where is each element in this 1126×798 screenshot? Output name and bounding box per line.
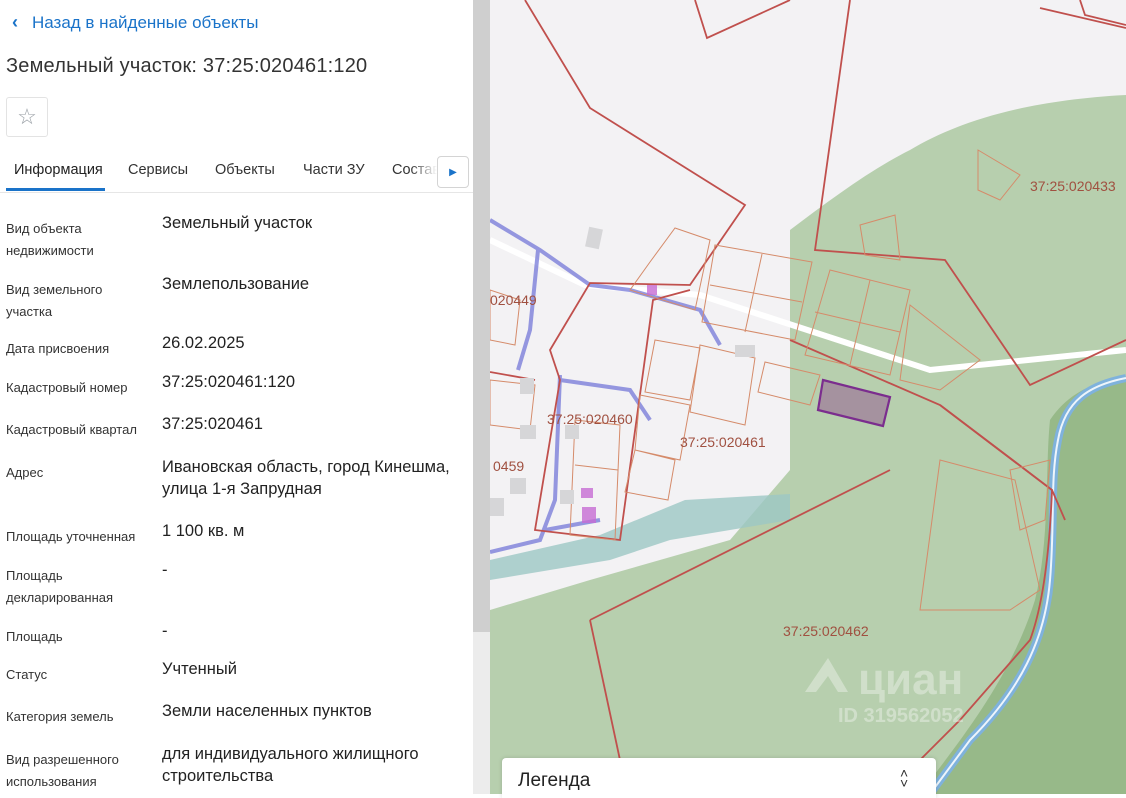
tab-parts[interactable]: Части ЗУ — [303, 162, 365, 178]
field-label: Статус — [6, 667, 48, 682]
star-icon: ☆ — [17, 104, 37, 129]
field-value: Земельный участок — [162, 214, 313, 232]
tab-bar: Информация Сервисы Объекты Части ЗУ Сост… — [0, 150, 473, 193]
building-highlight — [582, 507, 596, 523]
field-value: Учтенный — [162, 660, 237, 678]
favorite-button[interactable]: ☆ — [6, 97, 48, 137]
parcel — [629, 227, 711, 311]
legend-title: Легенда — [518, 770, 591, 791]
legend-panel[interactable]: Легенда ˄ ˅ — [502, 758, 936, 798]
quarter-label: 37:25:020433 — [1030, 178, 1116, 194]
tab-fade — [410, 150, 437, 190]
field-label: Дата присвоения — [6, 341, 110, 356]
info-panel: ‹ Назад в найденные объекты Земельный уч… — [0, 0, 473, 794]
quarter-label: 37:25:020461 — [680, 434, 766, 450]
field-label: Кадастровый квартал — [6, 422, 137, 437]
building — [520, 378, 534, 394]
field-label: Площадь — [6, 629, 63, 644]
page-title: Земельный участок: 37:25:020461:120 — [6, 55, 368, 77]
field-label: Вид объекта недвижимости — [6, 221, 94, 258]
building — [490, 498, 504, 516]
tab-info[interactable]: Информация — [14, 162, 103, 178]
chevron-left-icon: ‹ — [12, 12, 18, 32]
panel-scrollbar[interactable] — [473, 0, 490, 794]
field-value: 37:25:020461 — [162, 415, 263, 433]
field-label: Вид земельного участка — [6, 282, 103, 319]
cadastral-map[interactable]: 37:25:020433 020449 37:25:020460 37:25:0… — [490, 0, 1126, 794]
field-value: для индивидуального жилищного строительс… — [162, 745, 419, 785]
building — [560, 490, 574, 504]
scrollbar-thumb[interactable] — [473, 0, 490, 632]
quarter-label: 37:25:020460 — [547, 411, 633, 427]
boundary-line — [694, 0, 791, 40]
quarter-label: 0459 — [493, 458, 524, 474]
tab-services[interactable]: Сервисы — [128, 162, 188, 178]
field-label: Вид разрешенного использования — [6, 752, 119, 789]
watermark-brand: циан — [858, 655, 963, 704]
field-label: Адрес — [6, 465, 44, 480]
watermark-id: ID 319562052 — [838, 705, 964, 727]
tab-objects[interactable]: Объекты — [215, 162, 275, 178]
quarter-label: 37:25:020462 — [783, 623, 869, 639]
expand-collapse-icon[interactable]: ˄ ˅ — [900, 766, 908, 790]
field-value: Земли населенных пунктов — [162, 702, 372, 720]
building — [735, 345, 755, 357]
building — [585, 226, 603, 250]
building-highlight — [581, 488, 593, 498]
map-canvas[interactable]: 37:25:020433 020449 37:25:020460 37:25:0… — [490, 0, 1126, 794]
field-value: Ивановская область, город Кинешма, улица… — [162, 458, 450, 498]
building — [565, 425, 579, 439]
field-value: 1 100 кв. м — [162, 522, 245, 540]
active-tab-indicator — [6, 188, 105, 191]
field-value: - — [162, 561, 168, 579]
field-label: Категория земель — [6, 709, 114, 724]
caret-right-icon: ▶ — [449, 166, 457, 178]
field-value: 37:25:020461:120 — [162, 373, 296, 391]
building — [520, 425, 536, 439]
buildings — [490, 226, 755, 516]
back-link[interactable]: ‹ Назад в найденные объекты — [12, 12, 258, 33]
field-value: 26.02.2025 — [162, 334, 245, 352]
field-label: Кадастровый номер — [6, 380, 128, 395]
field-value: Землепользование — [162, 275, 310, 293]
parcel — [490, 289, 536, 431]
boundary-line — [1079, 0, 1126, 26]
quarter-label: 020449 — [490, 292, 537, 308]
back-link-label: Назад в найденные объекты — [32, 12, 259, 32]
field-label: Площадь уточненная — [6, 529, 136, 544]
building — [510, 478, 526, 494]
tabs-scroll-right-button[interactable]: ▶ — [437, 156, 469, 188]
field-label: Площадь декларированная — [6, 568, 114, 605]
building-highlight — [647, 285, 657, 295]
field-value: - — [162, 622, 168, 640]
